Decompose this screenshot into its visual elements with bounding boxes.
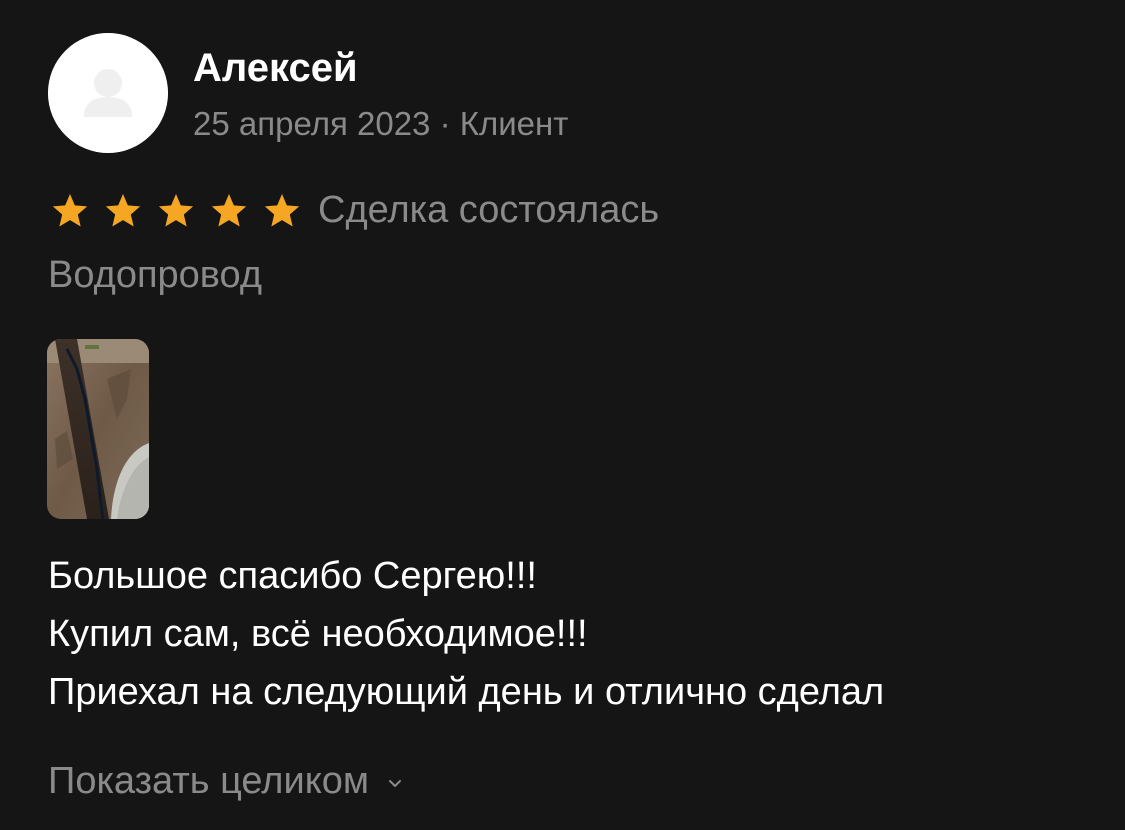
review-photo-thumbnail[interactable] [47, 339, 149, 519]
review-text-line: Купил сам, всё необходимое!!! [48, 613, 588, 655]
review-text-line: Большое спасибо Сергею!!! [48, 555, 537, 597]
deal-status: Сделка состоялась [318, 189, 660, 231]
trench-photo [47, 339, 149, 519]
star-icon [105, 194, 141, 227]
rating-stars [50, 190, 302, 232]
service-category: Водопровод [48, 254, 263, 296]
show-more-button[interactable]: Показать целиком [48, 758, 403, 804]
review-meta: 25 апреля 2023 · Клиент [193, 105, 569, 142]
show-more-label: Показать целиком [48, 760, 370, 802]
user-silhouette-icon [48, 33, 168, 153]
star-icon [158, 194, 194, 227]
star-icon [211, 194, 247, 227]
chevron-down-icon [389, 780, 402, 787]
star-icon [52, 194, 88, 227]
review-card: Алексей 25 апреля 2023 · Клиент Сделка с… [0, 0, 1125, 830]
author-avatar[interactable] [48, 33, 168, 153]
review-text-line: Приехал на следующий день и отлично сдел… [48, 671, 885, 713]
star-icon [264, 194, 300, 227]
author-name: Алексей [193, 46, 358, 90]
review-text: Большое спасибо Сергею!!! Купил сам, всё… [48, 547, 1108, 721]
